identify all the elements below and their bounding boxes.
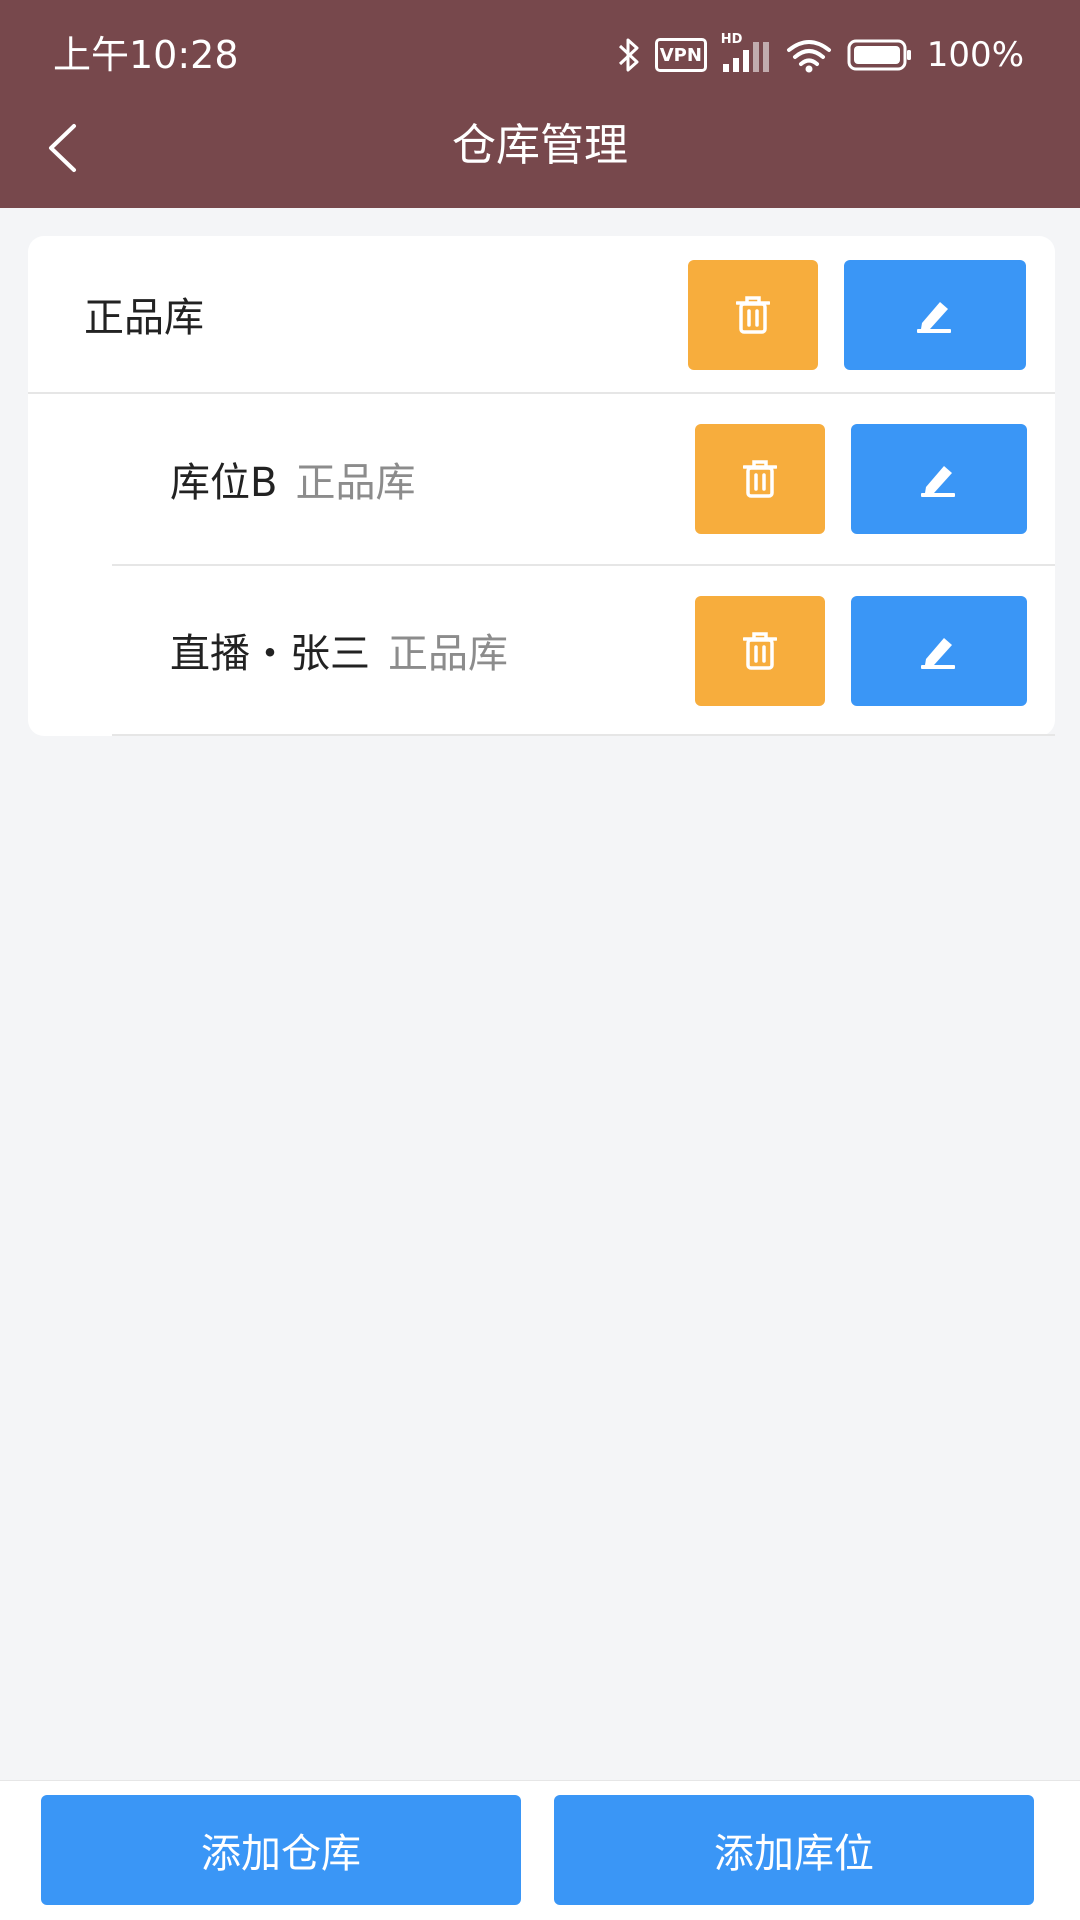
warehouse-name: 正品库 bbox=[84, 295, 204, 341]
status-time: 上午10:28 bbox=[53, 33, 239, 77]
delete-warehouse-button[interactable] bbox=[688, 260, 818, 370]
trash-icon bbox=[736, 296, 770, 334]
app-header: 上午10:28 VPN HD 100% 仓库管理 bbox=[0, 0, 1080, 208]
trash-icon bbox=[743, 632, 777, 670]
warehouse-list: 正品库 库位B 正品库 直播・张三 正品库 bbox=[28, 236, 1055, 736]
add-warehouse-button[interactable]: 添加仓库 bbox=[41, 1795, 521, 1905]
pencil-icon bbox=[917, 302, 951, 333]
pencil-icon bbox=[921, 638, 955, 669]
location-row: 直播・张三 正品库 bbox=[112, 566, 1055, 736]
battery-icon bbox=[847, 38, 913, 72]
warehouse-row: 正品库 bbox=[28, 236, 1055, 394]
status-icons: VPN HD 100% bbox=[617, 30, 1024, 80]
pencil-icon bbox=[921, 466, 955, 497]
location-warehouse: 正品库 bbox=[388, 631, 508, 677]
location-warehouse: 正品库 bbox=[295, 460, 416, 506]
trash-icon bbox=[743, 460, 777, 498]
delete-location-button[interactable] bbox=[695, 424, 825, 534]
bluetooth-icon bbox=[617, 36, 641, 74]
edit-warehouse-button[interactable] bbox=[844, 260, 1026, 370]
location-name: 直播・张三 bbox=[170, 631, 370, 677]
battery-percent: 100% bbox=[926, 35, 1024, 75]
page-title: 仓库管理 bbox=[452, 120, 628, 171]
delete-location-button[interactable] bbox=[695, 596, 825, 706]
location-row: 库位B 正品库 bbox=[112, 394, 1055, 566]
wifi-icon bbox=[785, 36, 833, 74]
edit-location-button[interactable] bbox=[851, 596, 1027, 706]
edit-location-button[interactable] bbox=[851, 424, 1027, 534]
bottom-action-bar: 添加仓库 添加库位 bbox=[0, 1780, 1080, 1920]
add-location-button[interactable]: 添加库位 bbox=[554, 1795, 1034, 1905]
vpn-icon: VPN bbox=[654, 38, 707, 72]
signal-icon: HD bbox=[721, 32, 771, 74]
location-name: 库位B bbox=[170, 460, 278, 506]
